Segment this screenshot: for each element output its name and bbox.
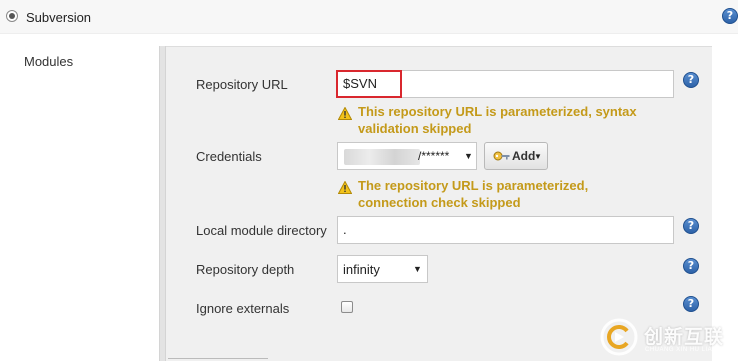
repository-depth-label: Repository depth xyxy=(196,262,295,277)
credentials-label: Credentials xyxy=(196,149,262,164)
label-column xyxy=(0,35,160,361)
repository-depth-value: infinity xyxy=(343,262,380,277)
brand-logo-icon xyxy=(600,318,638,356)
warning-icon xyxy=(338,107,352,120)
credentials-selected-value: /****** xyxy=(418,149,450,163)
module-block-handle[interactable] xyxy=(159,46,166,361)
ignore-externals-checkbox[interactable] xyxy=(341,301,353,313)
credentials-warning-text: The repository URL is parameterized, con… xyxy=(358,178,589,210)
chevron-down-icon: ▼ xyxy=(534,152,542,161)
help-icon[interactable]: ? xyxy=(722,8,738,24)
local-module-directory-input[interactable]: . xyxy=(337,216,674,244)
add-credentials-button[interactable]: Add ▼ xyxy=(484,142,548,170)
key-icon xyxy=(493,151,510,161)
help-icon[interactable]: ? xyxy=(683,296,699,312)
subversion-radio[interactable] xyxy=(6,10,18,22)
url-highlight-box xyxy=(336,70,402,98)
local-module-directory-label: Local module directory xyxy=(196,223,327,238)
help-icon[interactable]: ? xyxy=(683,218,699,234)
add-button-label: Add xyxy=(512,149,536,163)
chevron-down-icon: ▼ xyxy=(464,151,473,161)
repository-depth-select[interactable]: infinity ▼ xyxy=(337,255,428,283)
chevron-down-icon: ▼ xyxy=(413,264,422,274)
warning-icon xyxy=(338,181,352,194)
subversion-label: Subversion xyxy=(26,10,92,25)
watermark-subtext: CHUANG XIN HU LIAN xyxy=(645,347,718,353)
redacted-username xyxy=(344,149,420,165)
repository-url-warning-text: This repository URL is parameterized, sy… xyxy=(358,104,637,136)
watermark: 创新互联 CHUANG XIN HU LIAN xyxy=(600,318,738,361)
help-icon[interactable]: ? xyxy=(683,258,699,274)
scm-option-bar: Subversion xyxy=(0,0,738,34)
modules-label: Modules xyxy=(24,54,74,69)
repository-url-label: Repository URL xyxy=(196,77,288,92)
credentials-select[interactable]: /****** ▼ xyxy=(337,142,477,170)
ignore-externals-label: Ignore externals xyxy=(196,301,290,316)
credentials-warning: The repository URL is parameterized, con… xyxy=(338,177,668,213)
repository-url-warning: This repository URL is parameterized, sy… xyxy=(338,103,668,139)
help-icon[interactable]: ? xyxy=(683,72,699,88)
watermark-text: 创新互联 xyxy=(644,326,725,348)
